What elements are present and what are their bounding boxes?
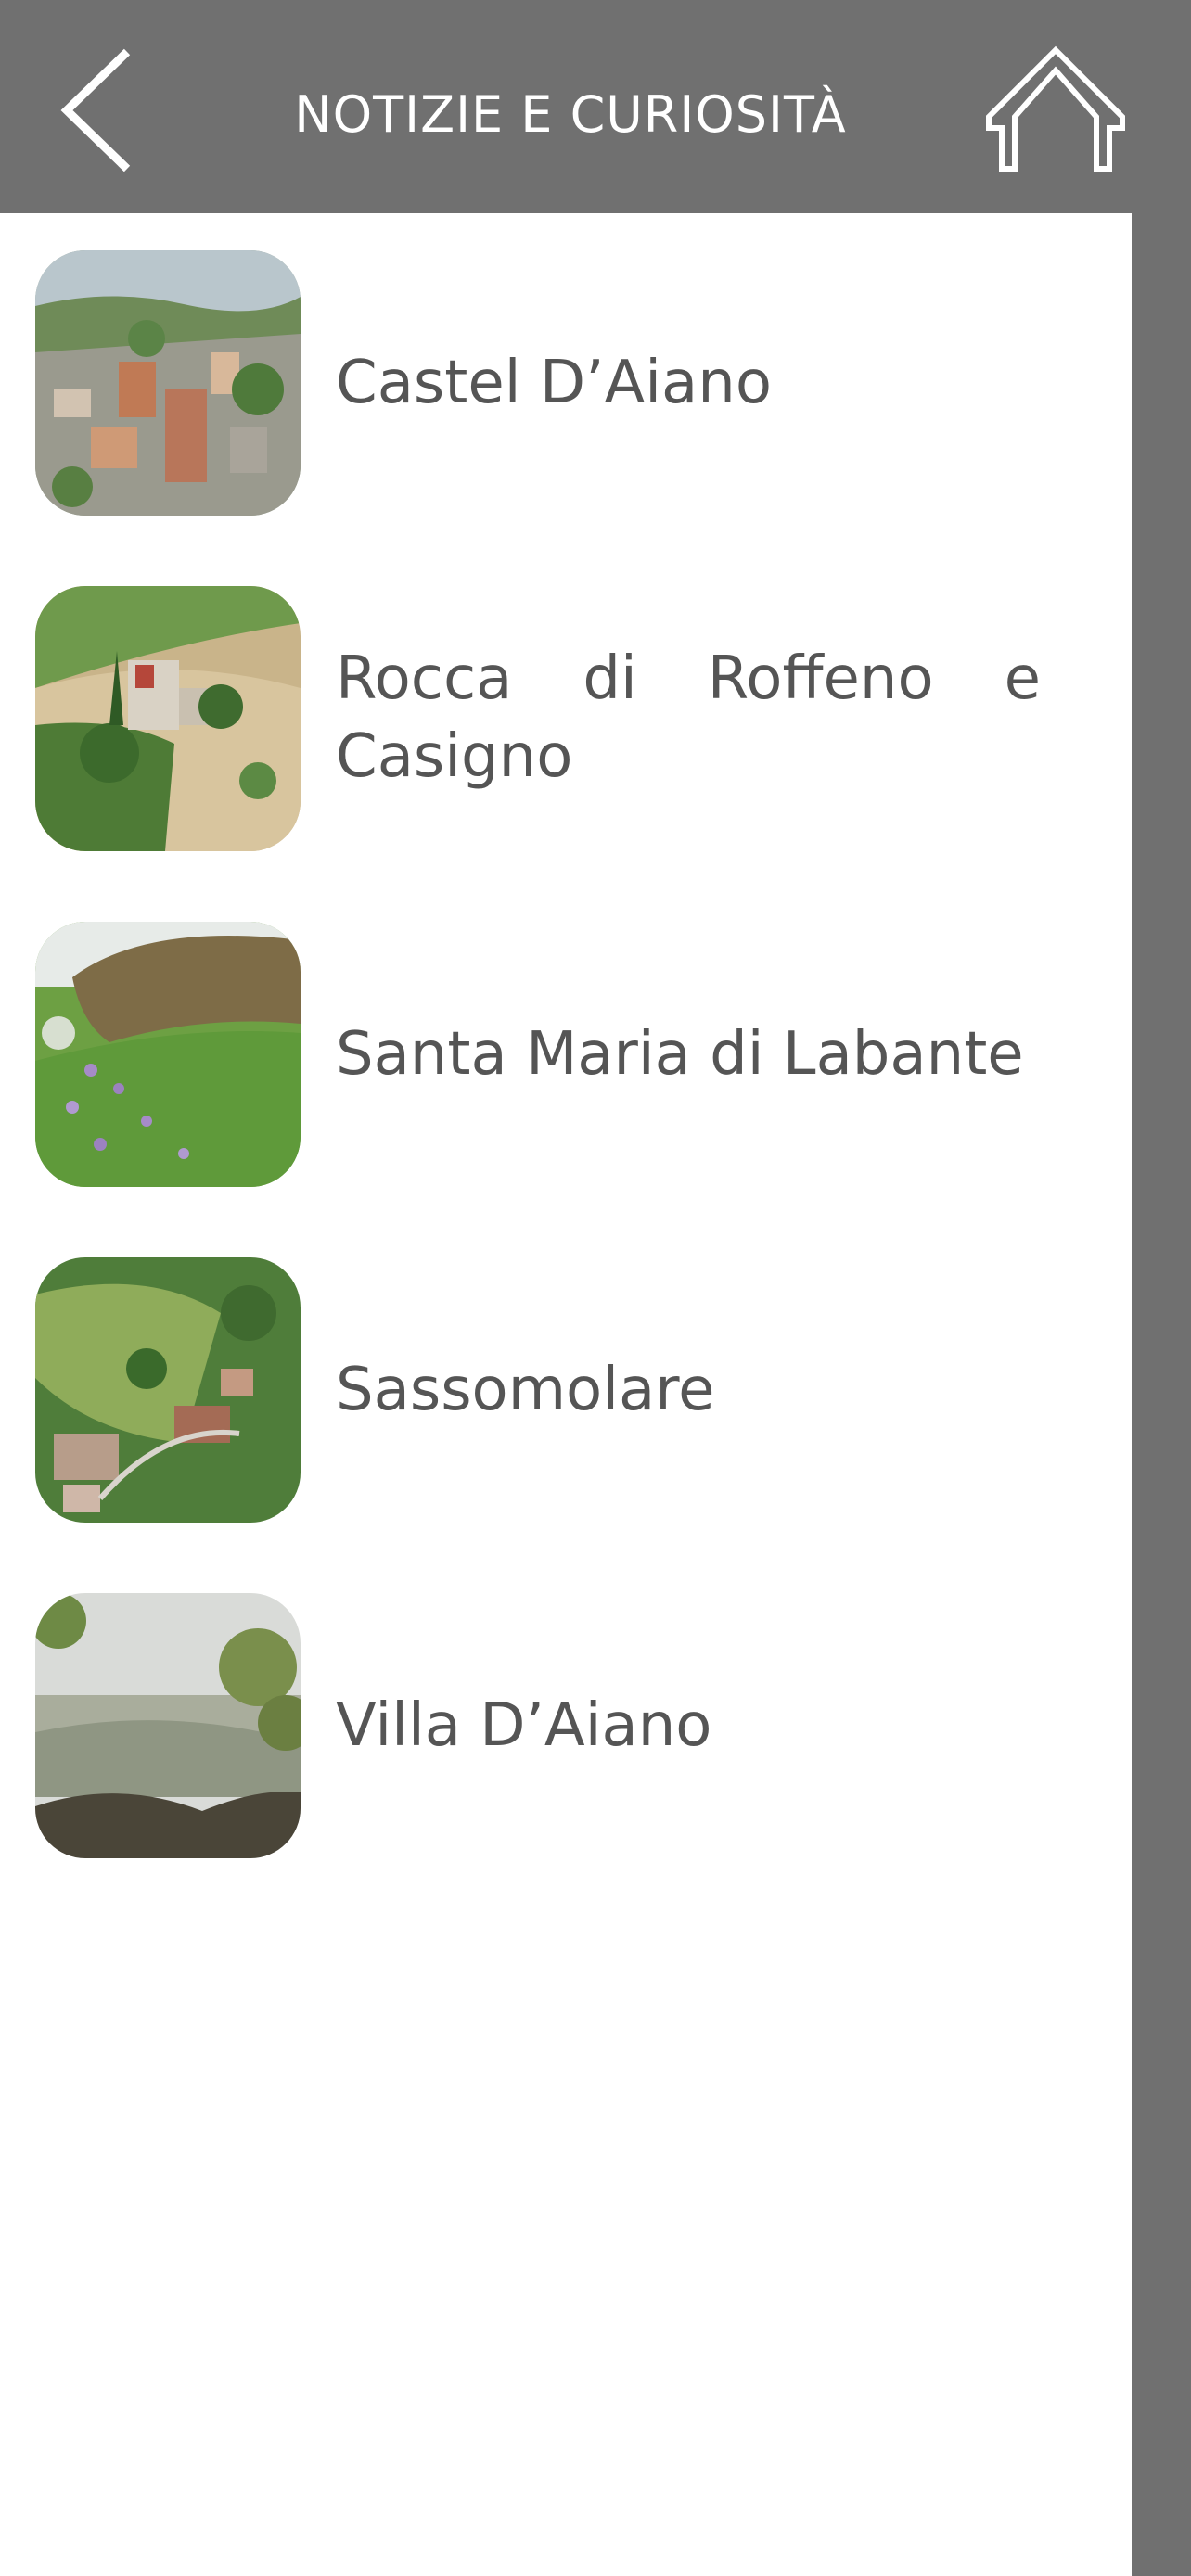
home-icon <box>986 45 1125 172</box>
misty-valley-photo <box>35 1593 301 1858</box>
list-item-label: Sassomolare <box>336 1356 715 1424</box>
valley-houses-photo <box>35 1257 301 1523</box>
list-item-label: Rocca di Roffeno e Casigno <box>336 644 1041 791</box>
back-button[interactable] <box>48 41 150 180</box>
list-item-label: Santa Maria di Labante <box>336 1020 1024 1089</box>
list-item-castel-daiano[interactable]: Castel D’Aiano <box>0 250 1132 547</box>
list-item-label: Villa D’Aiano <box>336 1691 712 1760</box>
chevron-left-icon <box>60 48 131 172</box>
top-bar: NOTIZIE E CURIOSITÀ <box>0 0 1191 213</box>
home-button[interactable] <box>981 41 1130 180</box>
list-item-label: Castel D’Aiano <box>336 349 772 417</box>
page-title: NOTIZIE E CURIOSITÀ <box>294 85 847 144</box>
meadow-rock-photo <box>35 922 301 1187</box>
list-item-sassomolare[interactable]: Sassomolare <box>0 1257 1132 1554</box>
list-item-rocca-di-roffeno[interactable]: Rocca di Roffeno e Casigno <box>0 586 1132 883</box>
church-hill-photo <box>35 586 301 851</box>
village-aerial-photo <box>35 250 301 516</box>
list-item-villa-daiano[interactable]: Villa D’Aiano <box>0 1593 1132 1890</box>
news-list: Castel D’Aiano Rocca di Roffeno e Casign… <box>0 213 1132 2576</box>
list-item-santa-maria-di-labante[interactable]: Santa Maria di Labante <box>0 922 1132 1218</box>
